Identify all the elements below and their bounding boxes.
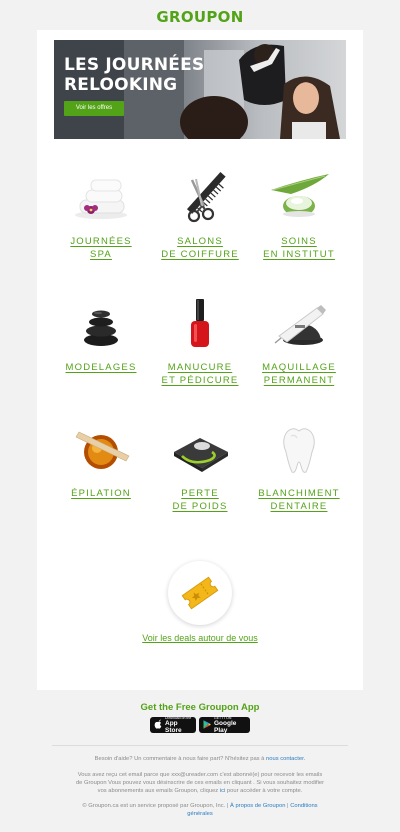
scissors-comb-icon (152, 170, 248, 236)
google-play-icon (203, 716, 211, 734)
category-label[interactable]: MANUCURE ET PÉDICURE (152, 362, 248, 387)
hero-title-line2: RELOOKING (64, 75, 178, 95)
category-weight-loss[interactable]: PERTE DE POIDS (152, 422, 248, 513)
category-teeth-whitening[interactable]: BLANCHIMENT DENTAIRE (251, 422, 347, 513)
footer-divider (52, 745, 348, 746)
towels-orchid-icon (53, 170, 149, 236)
hero-title-line1: LES JOURNÉES (64, 55, 205, 75)
google-play-text: Google Play (214, 720, 237, 734)
app-store-badge[interactable]: Download on the App Store (150, 716, 196, 734)
category-label[interactable]: MAQUILLAGE PERMANENT (251, 362, 347, 387)
category-permanent-makeup[interactable]: MAQUILLAGE PERMANENT (251, 296, 347, 387)
see-offers-button[interactable]: Voir les offres (64, 101, 124, 116)
category-beauty-treatments[interactable]: SOINS EN INSTITUT (251, 170, 347, 261)
nail-polish-icon (152, 296, 248, 362)
category-label[interactable]: SALONS DE COIFFURE (152, 236, 248, 261)
contact-us-link[interactable]: nous contacter. (266, 756, 305, 762)
category-hair-salons[interactable]: SALONS DE COIFFURE (152, 170, 248, 261)
category-label[interactable]: MODELAGES (53, 362, 149, 375)
tooth-icon (251, 422, 347, 488)
category-manicure-pedicure[interactable]: MANUCURE ET PÉDICURE (152, 296, 248, 387)
email-card: LES JOURNÉES RELOOKING Voir les offres J… (37, 30, 363, 690)
app-promo-title: Get the Free Groupon App (140, 702, 260, 713)
account-link[interactable]: ici (220, 788, 225, 794)
legal-line: © Groupon.ca est un service proposé par … (82, 803, 318, 817)
app-store-text: App Store (165, 720, 182, 734)
wax-pot-icon (53, 422, 149, 488)
hot-stones-icon (53, 296, 149, 362)
category-label[interactable]: SOINS EN INSTITUT (251, 236, 347, 261)
deals-near-you-link[interactable]: Voir les deals autour de vous (37, 633, 363, 643)
category-massages[interactable]: MODELAGES (53, 296, 149, 375)
category-label[interactable]: PERTE DE POIDS (152, 488, 248, 513)
hero-banner[interactable]: LES JOURNÉES RELOOKING Voir les offres (54, 40, 346, 139)
category-label[interactable]: JOURNÉES SPA (53, 236, 149, 261)
help-line: Besoin d'aide? Un commentaire à nous fai… (94, 756, 306, 762)
category-spa-days[interactable]: JOURNÉES SPA (53, 170, 149, 261)
cream-aloe-icon (251, 170, 347, 236)
ticket-icon[interactable] (168, 561, 232, 625)
groupon-logo[interactable]: GROUPON (0, 8, 400, 26)
category-label[interactable]: ÉPILATION (53, 488, 149, 501)
terms-link-continued[interactable]: générales (187, 811, 212, 817)
subscription-notice: Vous avez reçu cet email parce que xxx@u… (75, 772, 325, 794)
category-hair-removal[interactable]: ÉPILATION (53, 422, 149, 501)
tattoo-machine-icon (251, 296, 347, 362)
hero-title: LES JOURNÉES RELOOKING (64, 55, 204, 95)
category-label[interactable]: BLANCHIMENT DENTAIRE (251, 488, 347, 513)
about-groupon-link[interactable]: À propos de Groupon (230, 803, 285, 809)
terms-link[interactable]: Conditions (290, 803, 317, 809)
scale-tape-icon (152, 422, 248, 488)
google-play-badge[interactable]: GET IT ON Google Play (199, 716, 250, 734)
apple-icon (154, 716, 162, 734)
